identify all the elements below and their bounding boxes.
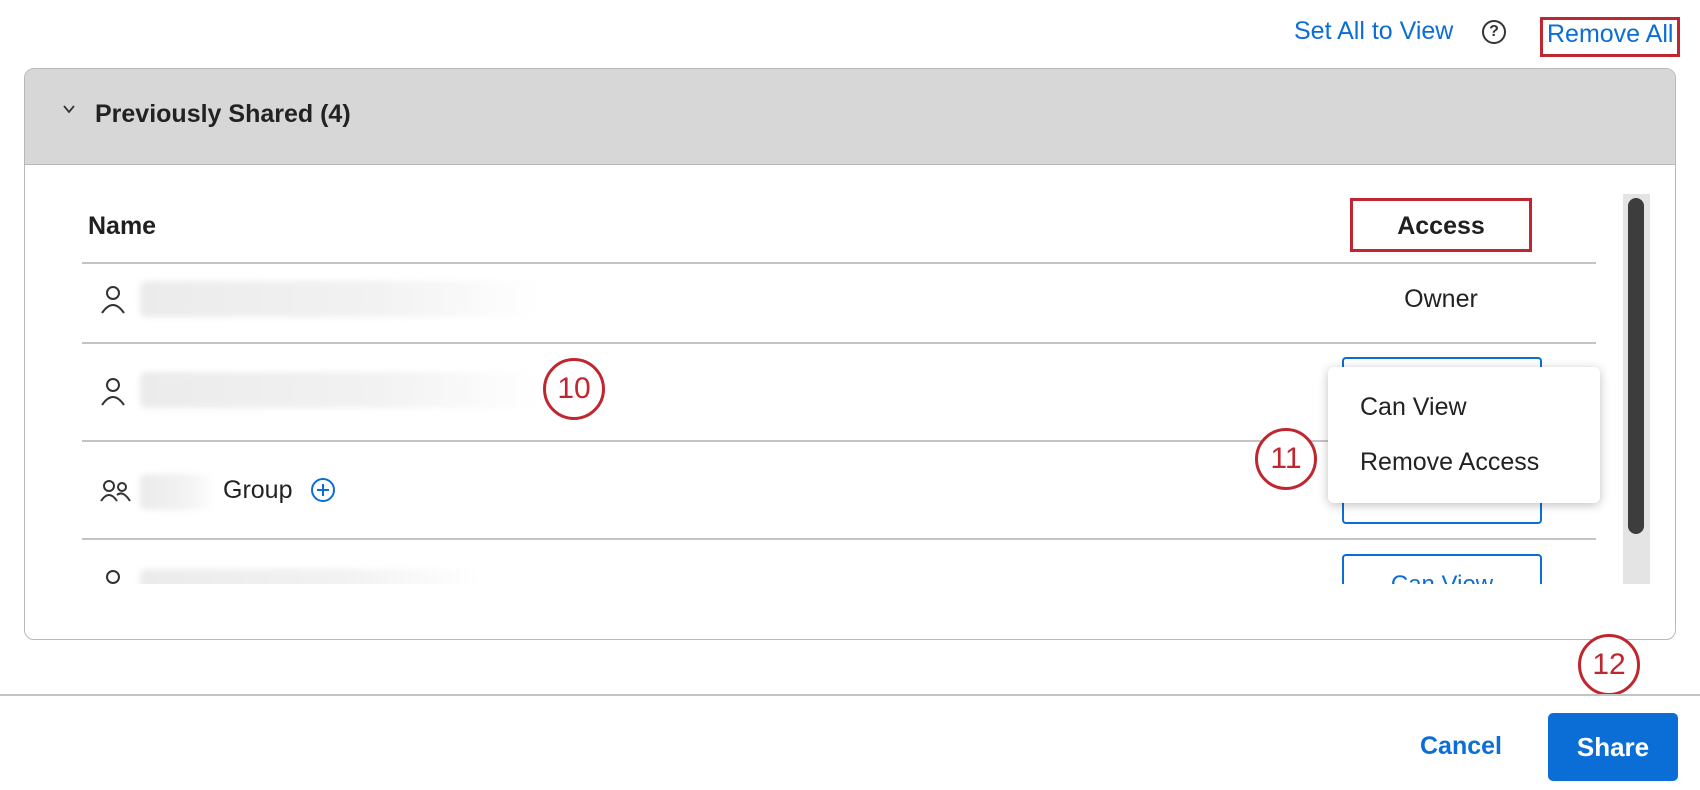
cancel-button[interactable]: Cancel bbox=[1420, 732, 1502, 761]
callout-badge: 11 bbox=[1255, 428, 1317, 490]
menu-item-remove-access[interactable]: Remove Access bbox=[1360, 448, 1539, 477]
panel-title: Previously Shared (4) bbox=[95, 100, 351, 128]
person-icon bbox=[101, 286, 125, 314]
header-divider bbox=[82, 262, 1596, 264]
set-all-to-view-link[interactable]: Set All to View bbox=[1294, 14, 1453, 48]
redacted-name bbox=[140, 372, 540, 408]
remove-all-link[interactable]: Remove All bbox=[1540, 17, 1681, 57]
row-divider bbox=[82, 342, 1596, 344]
redacted-name bbox=[140, 569, 480, 584]
person-icon bbox=[101, 378, 125, 406]
previously-shared-header[interactable]: Previously Shared (4) bbox=[25, 69, 1675, 165]
footer-divider bbox=[0, 694, 1700, 696]
question-circle-icon[interactable]: ? bbox=[1482, 20, 1506, 44]
scrollbar-thumb[interactable] bbox=[1628, 198, 1644, 534]
share-button[interactable]: Share bbox=[1548, 713, 1678, 781]
chevron-down-icon bbox=[63, 105, 75, 114]
column-header-access: Access bbox=[1397, 212, 1485, 240]
plus-circle-icon[interactable] bbox=[310, 477, 336, 503]
callout-badge: 12 bbox=[1578, 634, 1640, 696]
access-dropdown-menu: Can View Remove Access bbox=[1328, 367, 1600, 503]
redacted-name bbox=[140, 474, 216, 510]
callout-badge: 10 bbox=[543, 358, 605, 420]
menu-item-can-view[interactable]: Can View bbox=[1360, 393, 1467, 422]
person-icon bbox=[106, 570, 120, 584]
column-header-name: Name bbox=[88, 212, 157, 240]
access-dropdown-button[interactable]: Can View bbox=[1342, 554, 1542, 584]
access-owner-label: Owner bbox=[1404, 285, 1478, 313]
group-icon bbox=[100, 480, 131, 502]
group-label: Group bbox=[223, 476, 293, 504]
table-row: Can View bbox=[82, 539, 1612, 584]
redacted-name bbox=[140, 281, 540, 317]
